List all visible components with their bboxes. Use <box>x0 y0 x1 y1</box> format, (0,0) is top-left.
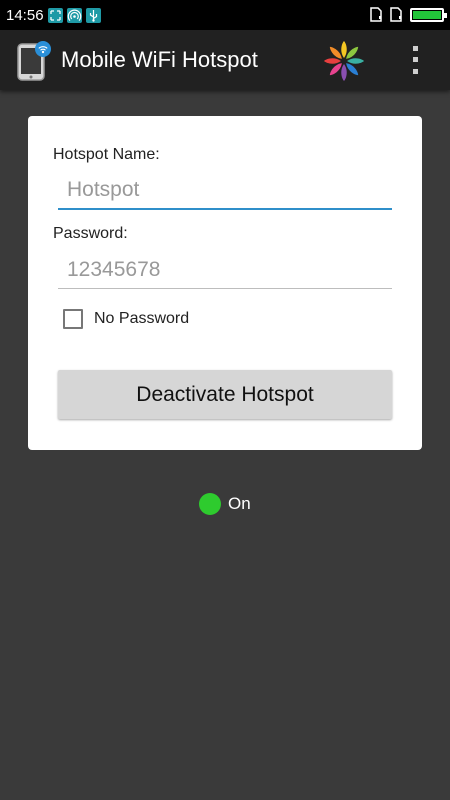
hotspot-name-input[interactable] <box>58 172 392 210</box>
sim-2-icon <box>390 7 402 22</box>
status-time: 14:56 <box>6 7 44 24</box>
no-password-label: No Password <box>94 310 190 327</box>
battery-level <box>413 10 441 19</box>
no-password-checkbox-row[interactable]: No Password <box>63 309 189 329</box>
hotspot-name-label: Hotspot Name: <box>53 146 160 163</box>
deactivate-hotspot-button[interactable]: Deactivate Hotspot <box>58 370 392 419</box>
phone-wifi-icon <box>17 41 51 81</box>
password-input[interactable] <box>58 251 392 289</box>
app-bar: Mobile WiFi Hotspot <box>0 30 450 90</box>
status-right <box>370 7 447 22</box>
screenshot-icon <box>48 8 63 23</box>
hotspot-status-indicator: On <box>199 493 251 515</box>
hotspot-settings-card: Hotspot Name: Password: No Password Deac… <box>28 116 422 450</box>
wifi-hotspot-icon <box>67 8 82 23</box>
password-label: Password: <box>53 225 128 242</box>
status-bar: 14:56 <box>0 0 450 30</box>
status-dot <box>199 493 221 515</box>
no-password-checkbox[interactable] <box>63 309 83 329</box>
app-title: Mobile WiFi Hotspot <box>61 47 258 72</box>
status-text: On <box>228 494 251 513</box>
sim-1-icon <box>370 7 382 22</box>
usb-icon <box>86 8 101 23</box>
pinwheel-icon[interactable] <box>322 39 366 83</box>
battery-icon <box>410 7 447 22</box>
overflow-menu-icon[interactable] <box>404 43 426 77</box>
